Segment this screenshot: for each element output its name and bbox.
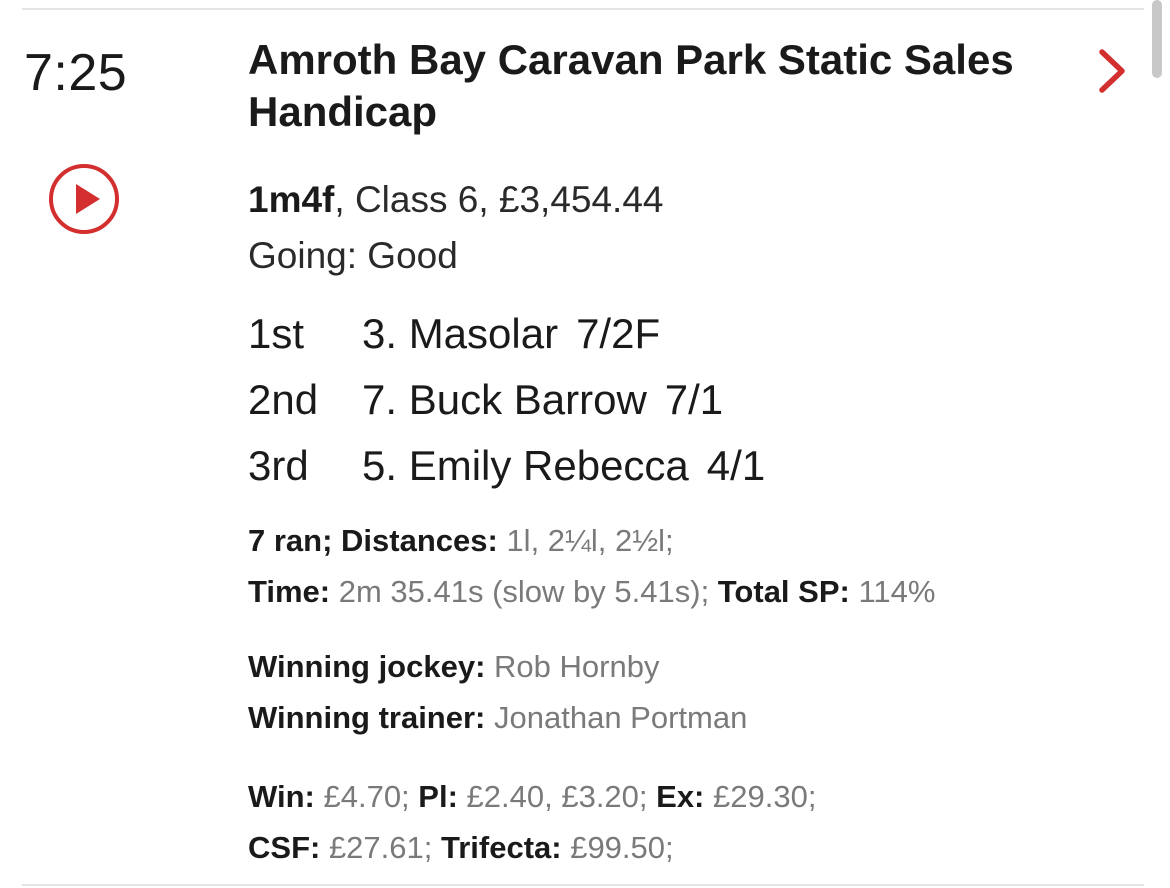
dividends-line-1: Win: £4.70; Pl: £2.40, £3.20; Ex: £29.30… xyxy=(248,771,1128,822)
placing-odds: 7/2F xyxy=(576,310,661,357)
ran-label: 7 ran; Distances: xyxy=(248,523,507,558)
time-sp: Time: 2m 35.41s (slow by 5.41s); Total S… xyxy=(248,566,1128,617)
race-distance: 1m4f xyxy=(248,179,335,220)
csf-value: £27.61; xyxy=(328,830,433,865)
placing-row: 2nd 7. Buck Barrow 7/1 xyxy=(248,367,1128,433)
race-content: Amroth Bay Caravan Park Static Sales Han… xyxy=(248,34,1128,873)
placings-list: 1st 3. Masolar 7/2F 2nd 7. Buck Barrow 7… xyxy=(248,301,1128,499)
trifecta-label: Trifecta: xyxy=(432,830,571,865)
race-going: Going: Good xyxy=(248,235,458,276)
race-distance-class: 1m4f, Class 6, £3,454.44 xyxy=(248,172,1128,228)
race-result-info: 7 ran; Distances: 1l, 2¼l, 2½l; Time: 2m… xyxy=(248,515,1128,617)
sp-label: Total SP: xyxy=(709,574,859,609)
scrollbar[interactable] xyxy=(1152,0,1162,78)
trainer-label: Winning trainer: xyxy=(248,700,494,735)
placing-horse: 5. Emily Rebecca xyxy=(362,442,689,489)
winning-jockey: Winning jockey: Rob Hornby xyxy=(248,641,1128,692)
top-divider xyxy=(22,8,1144,10)
placing-position: 2nd xyxy=(248,376,319,423)
ex-value: £29.30; xyxy=(713,779,817,814)
time-value: 2m 35.41s (slow by 5.41s); xyxy=(338,574,710,609)
placing-row: 1st 3. Masolar 7/2F xyxy=(248,301,1128,367)
winning-connections: Winning jockey: Rob Hornby Winning train… xyxy=(248,641,1128,743)
placing-horse: 3. Masolar xyxy=(362,310,559,357)
runners-distances: 7 ran; Distances: 1l, 2¼l, 2½l; xyxy=(248,515,1128,566)
race-meta: 1m4f, Class 6, £3,454.44 Going: Good xyxy=(248,172,1128,284)
play-replay-button[interactable] xyxy=(47,162,121,236)
winning-trainer: Winning trainer: Jonathan Portman xyxy=(248,692,1128,743)
placing-horse: 7. Buck Barrow xyxy=(362,376,647,423)
distances-value: 1l, 2¼l, 2½l; xyxy=(506,523,674,558)
win-value: £4.70; xyxy=(323,779,410,814)
sp-value: 114% xyxy=(858,574,936,609)
placing-position: 1st xyxy=(248,310,305,357)
race-time: 7:25 xyxy=(24,44,128,102)
placing-odds: 4/1 xyxy=(706,442,766,489)
dividends-line-2: CSF: £27.61; Trifecta: £99.50; xyxy=(248,822,1128,873)
race-result-card: 7:25 Amroth Bay Caravan Park Static Sale… xyxy=(0,0,1170,888)
csf-label: CSF: xyxy=(248,830,329,865)
placing-odds: 7/1 xyxy=(664,376,724,423)
pl-label: Pl: xyxy=(409,779,467,814)
dividends: Win: £4.70; Pl: £2.40, £3.20; Ex: £29.30… xyxy=(248,771,1128,873)
trainer-value: Jonathan Portman xyxy=(494,700,748,735)
bottom-divider xyxy=(22,884,1144,886)
race-class-prize: , Class 6, £3,454.44 xyxy=(334,179,664,220)
pl-value: £2.40, £3.20; xyxy=(466,779,648,814)
placing-row: 3rd 5. Emily Rebecca 4/1 xyxy=(248,433,1128,499)
jockey-value: Rob Hornby xyxy=(494,649,660,684)
time-label: Time: xyxy=(248,574,339,609)
jockey-label: Winning jockey: xyxy=(248,649,495,684)
ex-label: Ex: xyxy=(647,779,713,814)
play-circle-icon xyxy=(49,164,119,234)
win-label: Win: xyxy=(248,779,324,814)
trifecta-value: £99.50; xyxy=(570,830,674,865)
placing-position: 3rd xyxy=(248,442,309,489)
race-title: Amroth Bay Caravan Park Static Sales Han… xyxy=(248,36,1014,135)
